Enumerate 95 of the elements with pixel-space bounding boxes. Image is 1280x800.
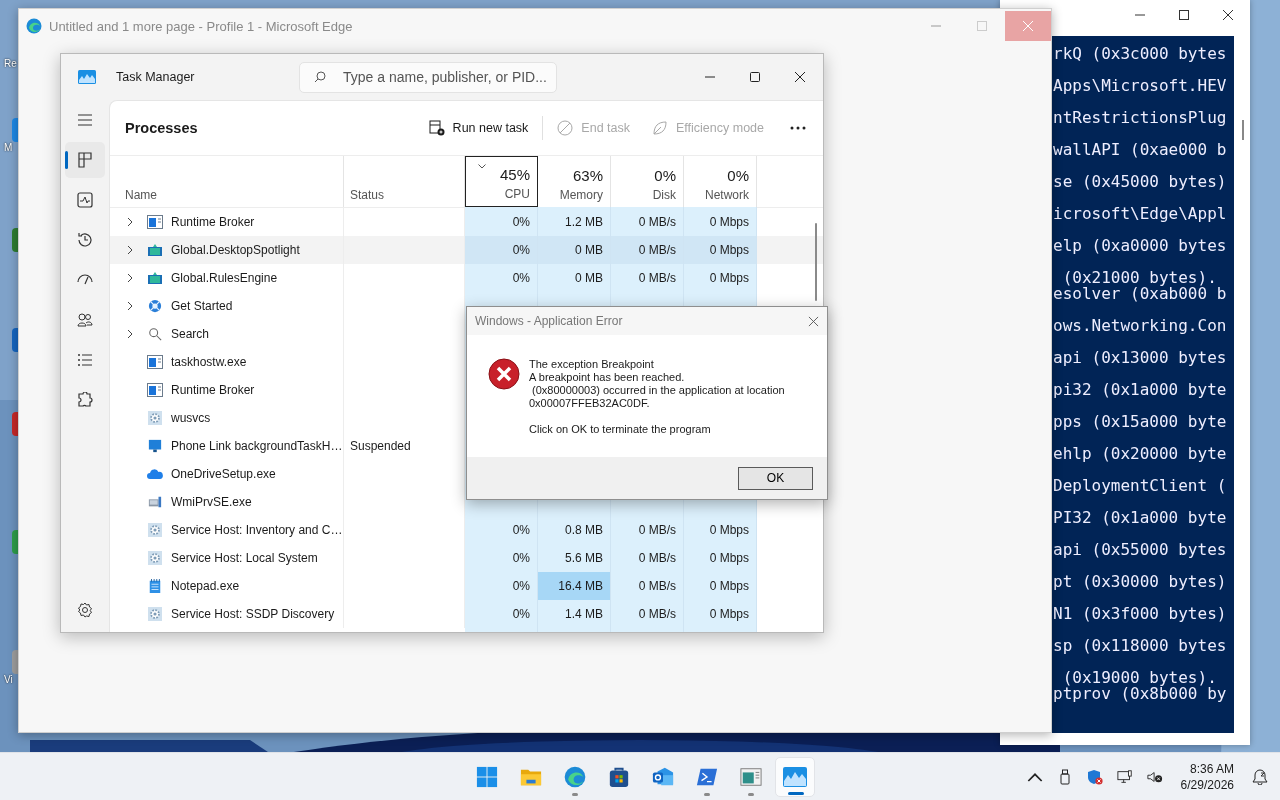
console-line: N1 (0x3f000 bytes) <box>1052 606 1228 622</box>
icon-label: Vi <box>4 674 13 686</box>
process-name: Service Host: Inventory and C… <box>171 523 343 537</box>
process-status: Suspended <box>350 439 411 453</box>
process-name: Notepad.exe <box>171 579 240 593</box>
column-header[interactable]: Name <box>125 188 157 202</box>
table-cell: 0 MB/s <box>611 544 684 572</box>
console-line: ntRestrictionsPlug <box>1052 110 1228 126</box>
table-cell: 0 MB/s <box>611 516 684 544</box>
table-cell: 0% <box>465 208 538 236</box>
console-line: ows.Networking.Con <box>1052 318 1228 334</box>
process-name: Service Host: SSDP Discovery <box>171 607 335 621</box>
console-line: DeploymentClient ( <box>1052 478 1228 494</box>
console-line: pt (0x30000 bytes) <box>1052 574 1228 590</box>
error-message: The exception Breakpoint A breakpoint has been reached. (0x80000003) occurred in the application at location 0x00007FFEB32AC0DF. <box>529 358 785 410</box>
table-cell: 0 Mbps <box>684 264 757 292</box>
column-total: 0% <box>654 167 676 184</box>
table-cell: 0 Mbps <box>684 516 757 544</box>
column-header[interactable]: Status <box>350 188 385 202</box>
console-line: Apps\Microsoft.HEV <box>1052 78 1228 94</box>
instruction-text: Click on OK to terminate the program <box>529 423 712 436</box>
table-cell: 1.4 MB <box>538 600 611 628</box>
table-cell: 0 MB/s <box>611 236 684 264</box>
table-cell: 0% <box>465 544 538 572</box>
table-cell: 0 Mbps <box>684 208 757 236</box>
table-row[interactable]: Service Host: SSDP Discovery 0% 1.4 MB 0 MB/s 0 Mbps <box>110 600 823 628</box>
console-line: rkQ (0x3c000 bytes <box>1052 46 1228 62</box>
process-name: Phone Link backgroundTaskH… <box>171 439 343 453</box>
console-line: (0x19000 bytes). <box>1061 670 1218 686</box>
console-line: se (0x45000 bytes) <box>1052 174 1228 190</box>
process-name: Global.DesktopSpotlight <box>171 243 300 257</box>
process-name: Global.RulesEngine <box>171 271 278 285</box>
process-name: Search <box>171 327 210 341</box>
console-line: ehlp (0x20000 byte <box>1052 446 1228 462</box>
column-total: 63% <box>572 167 603 184</box>
column-label: Memory <box>559 188 603 202</box>
clock-time: 8:36 AM <box>1189 760 1234 777</box>
process-name: OneDriveSetup.exe <box>171 467 276 481</box>
console-line: ptprov (0x8b000 by <box>1052 686 1228 702</box>
console-line: PI32 (0x1a000 byte <box>1052 510 1228 526</box>
table-cell: 0% <box>465 236 538 264</box>
window-title: Task Manager <box>116 70 196 84</box>
console-line: pps (0x15a000 byte <box>1052 414 1228 430</box>
console-line: api (0x55000 bytes <box>1052 542 1228 558</box>
column-label: Disk <box>652 188 676 202</box>
table-cell: 0 MB/s <box>611 208 684 236</box>
process-name: Service Host: Local System <box>171 551 318 565</box>
ok-button[interactable]: OK <box>738 466 813 490</box>
icon-label: Re <box>4 58 17 70</box>
table-row[interactable]: Service Host: Inventory and C… 0% 0.8 MB 0 MB/s 0 Mbps <box>110 516 823 544</box>
run-task-button[interactable]: Run new task <box>420 114 537 142</box>
table-cell: 0 Mbps <box>684 572 757 600</box>
table-cell: 0 MB <box>538 264 611 292</box>
page-title: Processes <box>125 120 198 136</box>
table-cell: 0.8 MB <box>538 516 611 544</box>
icon-label: M <box>4 142 13 154</box>
table-cell: 0% <box>465 264 538 292</box>
console-line: icrosoft\Edge\Appl <box>1052 206 1228 222</box>
table-row[interactable]: Global.DesktopSpotlight 0% 0 MB 0 MB/s 0 Mbps <box>110 236 823 264</box>
window-title: Untitled and 1 more page - Profile 1 - Microsoft Edge <box>49 18 353 34</box>
console-line: (0x21000 bytes). <box>1061 270 1218 286</box>
process-name: taskhostw.exe <box>171 355 247 369</box>
process-name: wusvcs <box>171 411 211 425</box>
console-line: esolver (0xab000 b <box>1052 286 1228 302</box>
table-cell: 0 MB/s <box>611 264 684 292</box>
process-name: Runtime Broker <box>171 215 255 229</box>
process-name: Get Started <box>171 299 233 313</box>
table-cell: 0 Mbps <box>684 600 757 628</box>
dialog-title: Windows - Application Error <box>475 314 623 328</box>
column-total: 45% <box>499 166 530 183</box>
console-line: wallAPI (0xae000 b <box>1052 142 1228 158</box>
table-cell: 0% <box>465 600 538 628</box>
column-label: Network <box>705 188 749 202</box>
process-name: WmiPrvSE.exe <box>171 495 252 509</box>
console-line: elp (0xa0000 bytes <box>1052 238 1228 254</box>
table-row[interactable]: Notepad.exe 0% 16.4 MB 0 MB/s 0 Mbps <box>110 572 823 600</box>
console-line: api (0x13000 bytes <box>1052 350 1228 366</box>
table-cell: 0 Mbps <box>684 236 757 264</box>
console-line: pi32 (0x1a000 byte <box>1052 382 1228 398</box>
column-label: CPU <box>504 187 530 201</box>
column-header[interactable]: 45% CPU <box>465 156 538 207</box>
table-cell: 0 MB <box>538 236 611 264</box>
table-cell: 0% <box>465 516 538 544</box>
table-cell: 1.2 MB <box>538 208 611 236</box>
column-total: 0% <box>727 167 749 184</box>
process-name: Runtime Broker <box>171 383 255 397</box>
table-cell: 0 Mbps <box>684 544 757 572</box>
clock[interactable]: 8:36 AM 6/29/2026 <box>1180 760 1234 793</box>
search-field[interactable]: Type a name, publisher, or PID... <box>299 61 557 93</box>
table-cell: 0 MB/s <box>611 600 684 628</box>
console-line: sp (0x118000 bytes <box>1052 638 1228 654</box>
clock-date: 6/29/2026 <box>1180 776 1234 793</box>
table-cell: 0 MB/s <box>611 572 684 600</box>
table-row[interactable]: Global.RulesEngine 0% 0 MB 0 MB/s 0 Mbps <box>110 264 823 292</box>
table-cell: 16.4 MB <box>538 572 611 600</box>
